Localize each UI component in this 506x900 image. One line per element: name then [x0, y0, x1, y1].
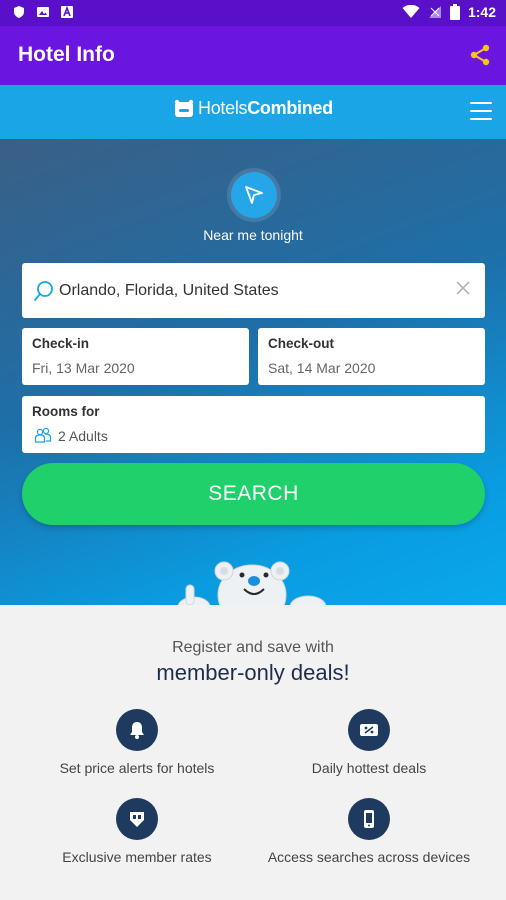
search-icon — [34, 281, 53, 301]
signal-icon — [428, 6, 441, 18]
feature-hottest-deals: Daily hottest deals — [259, 709, 479, 777]
image-icon — [37, 7, 49, 17]
search-hero: Near me tonight Orlando, Florida, United… — [0, 139, 506, 605]
member-promo-section: Register and save with member-only deals… — [0, 605, 506, 900]
near-me-label: Near me tonight — [203, 227, 303, 243]
checkout-field[interactable]: Check-out Sat, 14 Mar 2020 — [258, 328, 485, 385]
feature-label: Exclusive member rates — [62, 849, 212, 865]
checkout-label: Check-out — [268, 336, 335, 351]
destination-value[interactable]: Orlando, Florida, United States — [59, 282, 279, 300]
bell-icon — [116, 709, 158, 751]
feature-label: Access searches across devices — [267, 849, 471, 865]
checkout-value: Sat, 14 Mar 2020 — [268, 360, 376, 376]
near-me-button[interactable] — [231, 172, 277, 218]
font-icon — [61, 5, 73, 18]
feature-cross-device: Access searches across devices — [259, 798, 479, 866]
percent-ticket-icon — [348, 709, 390, 751]
feature-price-alerts: Set price alerts for hotels — [27, 709, 247, 777]
feature-member-rates: Exclusive member rates — [27, 798, 247, 866]
checkin-label: Check-in — [32, 336, 90, 351]
destination-field[interactable]: Orlando, Florida, United States — [22, 263, 485, 318]
rooms-label: Rooms for — [32, 404, 100, 419]
wifi-icon — [402, 5, 420, 18]
brand-bar: HotelsCombined — [0, 85, 506, 139]
checkin-value: Fri, 13 Mar 2020 — [32, 360, 135, 376]
bear-logo-icon — [174, 99, 194, 117]
page-title: Hotel Info — [18, 43, 115, 66]
share-icon[interactable] — [468, 43, 492, 67]
guests-icon — [34, 427, 52, 443]
member-deals-heading: member-only deals! — [156, 660, 350, 685]
menu-icon[interactable] — [470, 102, 492, 120]
checkin-field[interactable]: Check-in Fri, 13 Mar 2020 — [22, 328, 249, 385]
brand-name-part1: Hotels — [198, 98, 248, 118]
feature-label: Set price alerts for hotels — [59, 760, 215, 776]
rooms-value: 2 Adults — [58, 428, 108, 444]
shield-icon — [14, 6, 24, 18]
rooms-field[interactable]: Rooms for 2 Adults — [22, 396, 485, 453]
status-time: 1:42 — [467, 4, 496, 20]
close-icon[interactable] — [455, 280, 471, 296]
search-button[interactable]: SEARCH — [22, 463, 485, 525]
battery-icon — [449, 4, 460, 20]
brand-logo[interactable]: HotelsCombined — [174, 98, 333, 119]
phone-icon — [348, 798, 390, 840]
brand-name-part2: Combined — [247, 98, 333, 118]
navigation-arrow-icon — [245, 186, 263, 204]
app-bar: Hotel Info — [0, 26, 506, 85]
tag-icon — [116, 798, 158, 840]
register-text: Register and save with — [172, 639, 334, 656]
status-bar: 1:42 — [0, 0, 506, 26]
feature-label: Daily hottest deals — [311, 760, 427, 776]
